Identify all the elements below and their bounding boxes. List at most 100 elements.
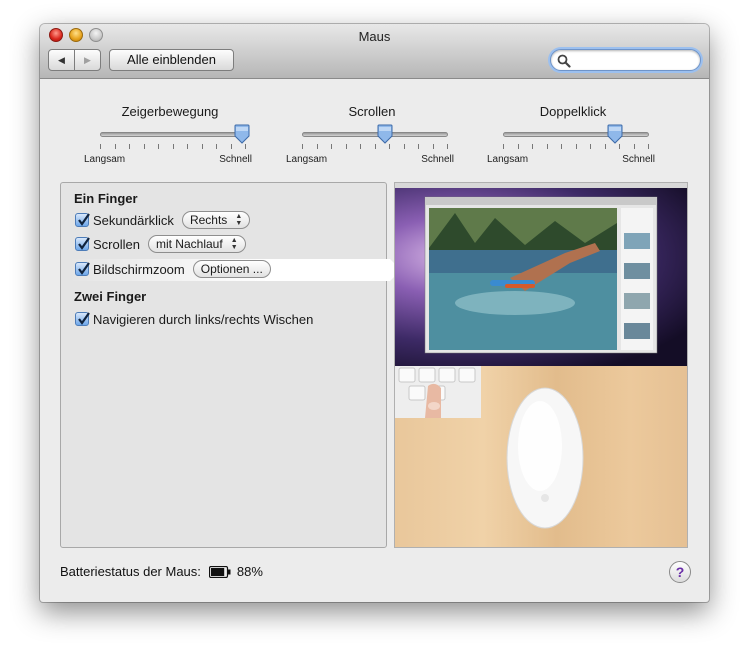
scrolling-speed-min-label: Langsam [286,154,328,165]
preview-screen-image [395,183,687,354]
slider-ticks [503,144,649,150]
slider-tick [648,144,649,149]
scrolling-label: Scrollen [93,236,140,252]
double-click-speed-label: Doppelklick [539,104,607,119]
preview-desktop [395,183,687,366]
screen-zoom-label: Bildschirmzoom [93,261,185,277]
checkmark-icon [78,262,90,275]
swipe-navigation-label: Navigieren durch links/rechts Wischen [93,311,314,327]
slider-tick [187,144,188,149]
double-click-speed-max-label: Schnell [622,154,655,165]
checkmark-icon [78,237,90,250]
slider-tick [590,144,591,149]
screen-zoom-row: Bildschirmzoom Optionen ... [75,260,271,278]
slider-tick [114,144,116,149]
slider-tick [316,144,318,149]
zoom-options-button[interactable]: Optionen ... [192,260,271,278]
tracking-speed-slider-group: Zeigerbewegung Langsam Schnell [80,104,260,165]
search-icon [557,54,571,68]
search-input[interactable] [573,52,693,68]
tracking-speed-label: Zeigerbewegung [121,104,219,119]
screen-zoom-checkbox[interactable] [75,262,90,276]
scrolling-row: Scrollen mit Nachlauf ▲ ▼ [75,235,246,253]
slider-tick [432,144,434,149]
checkmark-icon [78,213,90,226]
double-click-speed-slider-group: Doppelklick Langsam Schnell [483,104,663,165]
swipe-navigation-checkbox[interactable] [75,312,90,326]
title-bar: Maus ◀ ▶ Alle einblenden [40,24,709,79]
battery-percentage: 88% [236,564,263,579]
scrolling-speed-thumb[interactable] [377,124,393,144]
slider-tick [447,144,448,149]
slider-tick [403,144,405,149]
history-navigation: ◀ ▶ [48,49,101,71]
search-field[interactable] [550,49,701,71]
slider-tick [374,144,376,149]
slider-tick [546,144,548,149]
gesture-options-panel: Ein Finger Sekundärklick Rechts ▲ ▼ Scrol… [60,182,401,548]
scrolling-value: mit Nachlauf [155,237,223,251]
popup-arrows-icon: ▲ ▼ [235,213,243,227]
help-button[interactable]: ? [669,561,691,583]
double-click-speed-thumb[interactable] [607,124,623,144]
tracking-speed-thumb[interactable] [234,124,250,144]
double-click-speed-track[interactable] [503,132,649,137]
slider-tick [100,144,101,149]
window-title: Maus [358,29,391,44]
one-finger-heading: Ein Finger [74,191,138,206]
scrolling-speed-slider-group: Scrollen Langsam Schnell [282,104,462,165]
tracking-speed-max-label: Schnell [219,154,252,165]
scrolling-popup[interactable]: mit Nachlauf ▲ ▼ [147,235,246,253]
secondary-click-checkbox[interactable] [75,213,90,227]
slider-tick [172,144,174,149]
checkmark-icon [78,312,90,325]
slider-tick [633,144,635,149]
slider-tick [389,144,390,149]
preferences-window: Maus ◀ ▶ Alle einblenden Zeigerbewegung … [40,24,709,602]
tracking-speed-min-label: Langsam [84,154,126,165]
slider-tick [216,144,217,149]
slider-tick [561,144,562,149]
slider-ticks [100,144,246,150]
secondary-click-popup[interactable]: Rechts ▲ ▼ [181,211,251,229]
scrolling-speed-max-label: Schnell [421,154,454,165]
slider-tick [360,144,361,149]
slider-tick [302,144,303,149]
secondary-click-label: Sekundärklick [93,212,174,228]
slider-tick [517,144,519,149]
slider-ticks [302,144,448,150]
slider-tick [129,144,130,149]
swipe-navigation-row: Navigieren durch links/rechts Wischen [75,310,313,328]
scrolling-speed-track[interactable] [302,132,448,137]
slider-tick [158,144,159,149]
double-click-speed-min-label: Langsam [487,154,529,165]
show-all-button[interactable]: Alle einblenden [109,49,234,71]
slider-tick [201,144,203,149]
scrolling-checkbox[interactable] [75,237,90,251]
popup-arrows-icon: ▲ ▼ [230,237,238,251]
scrolling-speed-label: Scrollen [348,104,396,119]
back-button[interactable]: ◀ [49,50,75,70]
forward-button[interactable]: ▶ [75,50,100,70]
slider-tick [230,144,232,149]
slider-tick [143,144,145,149]
slider-tick [575,144,577,149]
slider-tick [503,144,504,149]
slider-tick [331,144,332,149]
preview-desk-surface [395,366,687,547]
battery-status-label: Batteriestatus der Maus: [60,564,201,579]
slider-tick [418,144,419,149]
gesture-preview-video [394,182,688,548]
slider-tick [619,144,620,149]
secondary-click-row: Sekundärklick Rechts ▲ ▼ [75,211,251,229]
slider-tick [604,144,606,149]
battery-icon [208,565,231,578]
secondary-click-value: Rechts [189,213,228,227]
tracking-speed-track[interactable] [100,132,246,137]
slider-tick [245,144,246,149]
slider-tick [532,144,533,149]
battery-status: Batteriestatus der Maus: 88% [60,564,263,579]
magic-mouse-image [395,366,584,529]
two-fingers-heading: Zwei Finger [74,289,147,304]
slider-tick [345,144,347,149]
